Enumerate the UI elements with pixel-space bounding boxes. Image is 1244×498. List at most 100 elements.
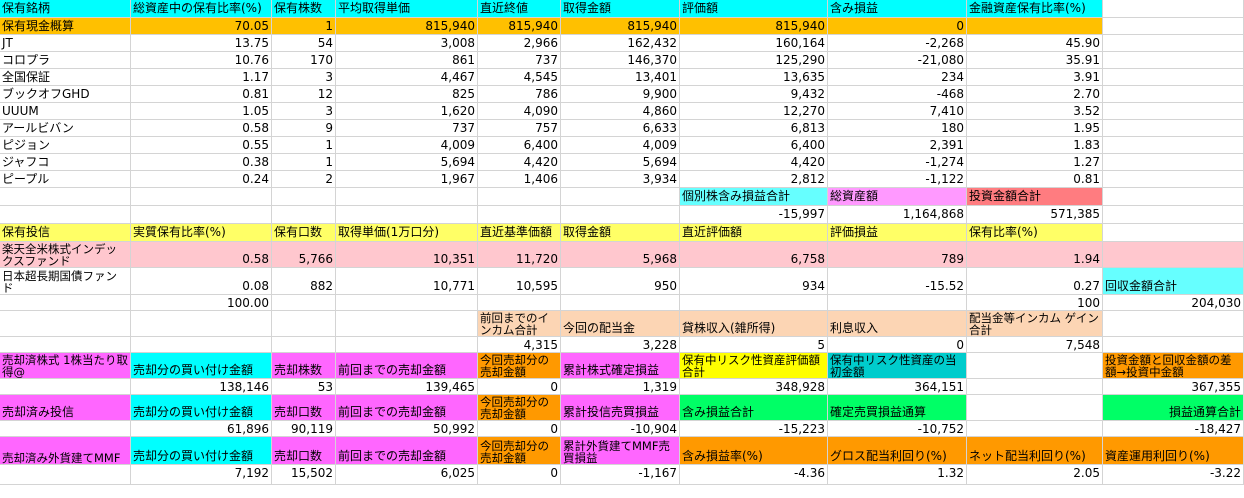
empty-cell[interactable] xyxy=(0,379,131,395)
cell-r14-c0[interactable]: 楽天全米株式インデックスファンド xyxy=(0,242,131,268)
cell-r21-c4[interactable]: 今回売却分の売却金額 xyxy=(478,395,561,421)
cell-r8-c1[interactable]: 0.55 xyxy=(131,137,272,154)
cell-r9-c2[interactable]: 1 xyxy=(272,154,336,171)
cell-r23-c2[interactable]: 売却口数 xyxy=(272,437,336,465)
cell-r20-c5[interactable]: 1,319 xyxy=(561,379,680,395)
cell-r14-c1[interactable]: 0.58 xyxy=(131,242,272,268)
cell-r21-c3[interactable]: 前回までの売却金額 xyxy=(336,395,478,421)
cell-r22-c9[interactable]: -18,427 xyxy=(1103,421,1244,437)
cell-r1-c1[interactable]: 70.05 xyxy=(131,18,272,35)
cell-r10-c1[interactable]: 0.24 xyxy=(131,171,272,188)
empty-cell[interactable] xyxy=(478,295,561,311)
cell-r19-c2[interactable]: 売却株数 xyxy=(272,353,336,379)
cell-r15-c0[interactable]: 日本超長期国債ファンド xyxy=(0,268,131,295)
cell-r2-c1[interactable]: 13.75 xyxy=(131,35,272,52)
cell-r7-c4[interactable]: 757 xyxy=(478,120,561,137)
cell-r15-c7[interactable]: -15.52 xyxy=(828,268,967,295)
cell-r19-c3[interactable]: 前回までの売却金額 xyxy=(336,353,478,379)
cell-r3-c1[interactable]: 10.76 xyxy=(131,52,272,69)
cell-r17-c6[interactable]: 貸株収入(雑所得) xyxy=(680,311,828,337)
cell-r9-c6[interactable]: 4,420 xyxy=(680,154,828,171)
cell-r7-c7[interactable]: 180 xyxy=(828,120,967,137)
cell-r6-c1[interactable]: 1.05 xyxy=(131,103,272,120)
cell-r22-c5[interactable]: -10,904 xyxy=(561,421,680,437)
cell-r13-c1[interactable]: 実質保有比率(%) xyxy=(131,224,272,242)
cell-r20-c9[interactable]: 367,355 xyxy=(1103,379,1244,395)
empty-cell[interactable] xyxy=(336,295,478,311)
cell-r23-c0[interactable]: 売却済み外貨建てMMF xyxy=(0,437,131,465)
cell-r1-c2[interactable]: 1 xyxy=(272,18,336,35)
cell-r5-c7[interactable]: -468 xyxy=(828,86,967,103)
cell-r24-c3[interactable]: 6,025 xyxy=(336,465,478,485)
cell-r3-c7[interactable]: -21,080 xyxy=(828,52,967,69)
cell-r18-c8[interactable]: 7,548 xyxy=(967,337,1103,353)
empty-cell[interactable] xyxy=(1103,69,1244,86)
cell-r0-c6[interactable]: 評価額 xyxy=(680,0,828,18)
cell-r21-c0[interactable]: 売却済み投信 xyxy=(0,395,131,421)
cell-r4-c0[interactable]: 全国保証 xyxy=(0,69,131,86)
cell-r8-c3[interactable]: 4,009 xyxy=(336,137,478,154)
cell-r9-c0[interactable]: ジャフコ xyxy=(0,154,131,171)
cell-r23-c7[interactable]: グロス配当利回り(%) xyxy=(828,437,967,465)
cell-r2-c3[interactable]: 3,008 xyxy=(336,35,478,52)
cell-r21-c7[interactable]: 確定売買損益通算 xyxy=(828,395,967,421)
empty-cell[interactable] xyxy=(1103,206,1244,224)
empty-cell[interactable] xyxy=(0,465,131,485)
cell-r17-c7[interactable]: 利息収入 xyxy=(828,311,967,337)
cell-r16-c8[interactable]: 100 xyxy=(967,295,1103,311)
cell-r14-c4[interactable]: 11,720 xyxy=(478,242,561,268)
cell-r15-c8[interactable]: 0.27 xyxy=(967,268,1103,295)
cell-r15-c1[interactable]: 0.08 xyxy=(131,268,272,295)
cell-r14-c8[interactable]: 1.94 xyxy=(967,242,1103,268)
empty-cell[interactable] xyxy=(336,206,478,224)
cell-r18-c4[interactable]: 4,315 xyxy=(478,337,561,353)
empty-cell[interactable] xyxy=(967,395,1103,421)
cell-r3-c3[interactable]: 861 xyxy=(336,52,478,69)
empty-cell[interactable] xyxy=(131,311,272,337)
cell-r12-c7[interactable]: 1,164,868 xyxy=(828,206,967,224)
cell-r0-c4[interactable]: 直近終値 xyxy=(478,0,561,18)
empty-cell[interactable] xyxy=(272,337,336,353)
cell-r0-c3[interactable]: 平均取得単価 xyxy=(336,0,478,18)
cell-r10-c7[interactable]: -1,122 xyxy=(828,171,967,188)
cell-r2-c7[interactable]: -2,268 xyxy=(828,35,967,52)
cell-r22-c6[interactable]: -15,223 xyxy=(680,421,828,437)
cell-r22-c1[interactable]: 61,896 xyxy=(131,421,272,437)
cell-r0-c8[interactable]: 金融資産保有比率(%) xyxy=(967,0,1103,18)
cell-r21-c2[interactable]: 売却口数 xyxy=(272,395,336,421)
cell-r4-c5[interactable]: 13,401 xyxy=(561,69,680,86)
cell-r3-c4[interactable]: 737 xyxy=(478,52,561,69)
cell-r15-c6[interactable]: 934 xyxy=(680,268,828,295)
cell-r7-c8[interactable]: 1.95 xyxy=(967,120,1103,137)
empty-cell[interactable] xyxy=(561,295,680,311)
cell-r8-c8[interactable]: 1.83 xyxy=(967,137,1103,154)
cell-r21-c6[interactable]: 含み損益合計 xyxy=(680,395,828,421)
cell-r2-c0[interactable]: JT xyxy=(0,35,131,52)
cell-r15-c2[interactable]: 882 xyxy=(272,268,336,295)
cell-r19-c0[interactable]: 売却済株式 1株当たり取得@ xyxy=(0,353,131,379)
cell-r3-c8[interactable]: 35.91 xyxy=(967,52,1103,69)
empty-cell[interactable] xyxy=(272,188,336,206)
cell-r4-c4[interactable]: 4,545 xyxy=(478,69,561,86)
cell-r24-c6[interactable]: -4.36 xyxy=(680,465,828,485)
cell-r8-c4[interactable]: 6,400 xyxy=(478,137,561,154)
empty-cell[interactable] xyxy=(478,188,561,206)
cell-r17-c4[interactable]: 前回までのインカム合計 xyxy=(478,311,561,337)
cell-r7-c0[interactable]: アールビバン xyxy=(0,120,131,137)
cell-r14-c6[interactable]: 6,758 xyxy=(680,242,828,268)
cell-r5-c8[interactable]: 2.70 xyxy=(967,86,1103,103)
cell-r1-c0[interactable]: 保有現金概算 xyxy=(0,18,131,35)
cell-r0-c2[interactable]: 保有株数 xyxy=(272,0,336,18)
cell-r5-c0[interactable]: ブックオフGHD xyxy=(0,86,131,103)
cell-r19-c9[interactable]: 投資金額と回収金額の差額→投資中金額 xyxy=(1103,353,1244,379)
cell-r2-c8[interactable]: 45.90 xyxy=(967,35,1103,52)
empty-cell[interactable] xyxy=(0,188,131,206)
cell-r3-c6[interactable]: 125,290 xyxy=(680,52,828,69)
cell-r19-c6[interactable]: 保有中リスク性資産評価額合計 xyxy=(680,353,828,379)
cell-r19-c5[interactable]: 累計株式確定損益 xyxy=(561,353,680,379)
cell-r10-c6[interactable]: 2,812 xyxy=(680,171,828,188)
cell-r20-c3[interactable]: 139,465 xyxy=(336,379,478,395)
cell-r15-c3[interactable]: 10,771 xyxy=(336,268,478,295)
empty-cell[interactable] xyxy=(967,353,1103,379)
empty-cell[interactable] xyxy=(272,206,336,224)
